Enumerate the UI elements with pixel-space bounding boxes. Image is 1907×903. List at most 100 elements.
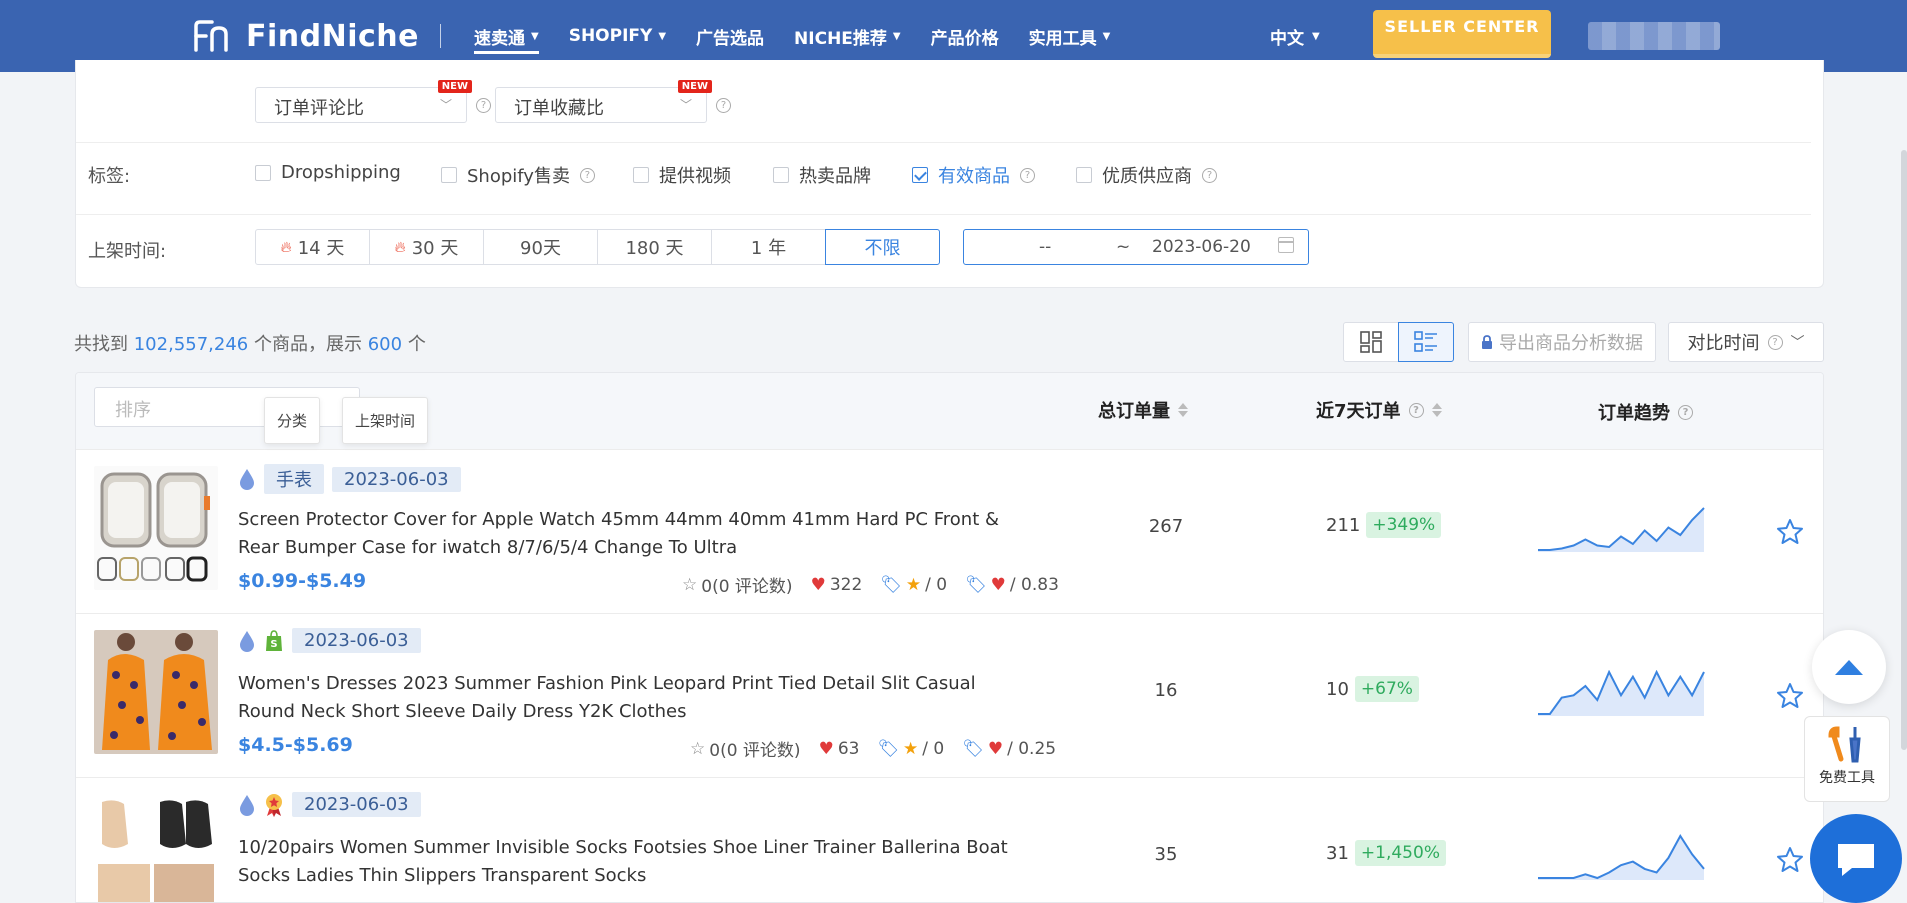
table-row[interactable]: 手表 2023-06-03 Screen Protector Cover for… (76, 449, 1823, 613)
product-thumbnail[interactable] (94, 794, 218, 902)
heart-icon: ♥ (990, 574, 1006, 595)
product-meta: S 2023-06-03 (238, 628, 421, 653)
caret-down-icon: ▼ (892, 30, 901, 42)
recent-orders: 10 +67% (1326, 676, 1419, 702)
caret-down-icon: ▼ (1312, 31, 1320, 42)
product-title[interactable]: 10/20pairs Women Summer Invisible Socks … (238, 834, 1028, 890)
tag-quality-supplier[interactable]: 优质供应商? (1076, 162, 1217, 188)
table-row[interactable]: 2023-06-03 10/20pairs Women Summer Invis… (76, 777, 1823, 902)
checkbox[interactable] (255, 164, 271, 181)
free-tools-label: 免费工具 (1819, 770, 1875, 786)
product-price: $4.5-$5.69 (238, 734, 353, 756)
time-30-days[interactable]: 🔥︎ 30 天 (369, 229, 484, 265)
help-icon[interactable]: ? (1408, 402, 1424, 418)
seller-center-button[interactable]: SELLER CENTER (1373, 10, 1551, 58)
back-to-top-button[interactable] (1812, 630, 1886, 704)
checkbox-checked[interactable] (912, 167, 928, 183)
likes-stat: ♥ 322 (810, 574, 863, 595)
checkbox[interactable] (773, 167, 789, 183)
order-trend-sparkline (1538, 507, 1705, 552)
findniche-logo[interactable]: FindNiche (192, 14, 419, 58)
star-icon: ★ (903, 738, 919, 759)
product-stats: ☆ 0(0 评论数) ♥ 63 🏷︎ ★/ 0 🏷︎ ♥/ 0.25 (690, 736, 1056, 762)
shopify-bag-icon: S (266, 629, 282, 651)
category-chip[interactable]: 手表 (264, 464, 324, 494)
checkbox[interactable] (441, 167, 457, 183)
fire-icon: 🔥︎ (280, 238, 292, 256)
star-outline-icon: ☆ (690, 738, 706, 759)
order-favorite-ratio-select[interactable]: 订单收藏比 ﹀ NEW (495, 80, 712, 123)
product-thumbnail[interactable] (94, 466, 218, 590)
recent-orders: 31 +1,450% (1326, 840, 1446, 866)
product-stats: ☆ 0(0 评论数) ♥ 322 🏷︎ ★/ 0 🏷︎ ♥/ 0.83 (682, 572, 1059, 598)
caret-down-icon: ▼ (1102, 30, 1111, 42)
category-tooltip: 分类 (264, 397, 321, 444)
product-title[interactable]: Screen Protector Cover for Apple Watch 4… (238, 506, 1028, 562)
favorite-star-icon[interactable] (1776, 846, 1804, 874)
chat-bubble-icon (1838, 843, 1874, 876)
tag-star-stat: 🏷︎ ★/ 0 (877, 738, 945, 759)
caret-down-icon: ▼ (531, 30, 539, 42)
col-order-trend: 订单趋势? (1598, 399, 1693, 425)
tools-icon (1828, 726, 1861, 763)
fire-icon: 🔥︎ (394, 238, 406, 256)
likes-stat: ♥ 63 (818, 738, 860, 759)
tag-icon: 🏷︎ (965, 574, 987, 595)
help-icon[interactable]: ? (1678, 404, 1693, 420)
col-recent-orders[interactable]: 近7天订单? (1316, 397, 1442, 423)
col-total-orders[interactable]: 总订单量 (1098, 397, 1188, 423)
listing-time-options: 🔥︎ 14 天 🔥︎ 30 天 90天 180 天 1 年 不限 (255, 229, 940, 265)
date-from: -- (1039, 237, 1052, 257)
free-tools-widget[interactable]: 免费工具 (1804, 716, 1890, 802)
chat-support-button[interactable] (1810, 814, 1902, 903)
favorite-star-icon[interactable] (1776, 518, 1804, 546)
tag-valid-product[interactable]: 有效商品? (912, 162, 1035, 188)
tag-icon: 🏷︎ (962, 738, 984, 759)
grid-view-button[interactable] (1343, 322, 1399, 362)
product-thumbnail[interactable] (94, 630, 218, 754)
chevron-down-icon: ﹀ (1790, 335, 1805, 351)
new-badge: NEW (677, 80, 712, 93)
tag-star-stat: 🏷︎ ★/ 0 (880, 574, 948, 595)
tag-heart-stat: 🏷︎ ♥/ 0.83 (965, 574, 1059, 595)
tag-video[interactable]: 提供视频 (633, 162, 731, 188)
help-icon[interactable]: ? (579, 167, 595, 183)
time-90-days[interactable]: 90天 (483, 229, 598, 265)
product-title[interactable]: Women's Dresses 2023 Summer Fashion Pink… (238, 670, 1028, 726)
user-account-blurred[interactable] (1588, 22, 1720, 50)
time-180-days[interactable]: 180 天 (597, 229, 712, 265)
list-view-button[interactable] (1398, 322, 1454, 362)
export-analysis-button[interactable]: 导出商品分析数据 (1468, 322, 1656, 362)
favorite-star-icon[interactable] (1776, 682, 1804, 710)
sort-icon (1178, 403, 1188, 417)
growth-badge: +1,450% (1354, 840, 1446, 866)
help-icon[interactable]: ? (1020, 167, 1035, 183)
language-selector[interactable]: 中文 ▼ (1270, 24, 1320, 49)
time-unlimited[interactable]: 不限 (825, 229, 940, 265)
sort-select[interactable]: 排序 (94, 387, 360, 427)
time-1-year[interactable]: 1 年 (711, 229, 826, 265)
compare-time-select[interactable]: 对比时间 ? ﹀ (1668, 322, 1824, 362)
help-icon[interactable]: ? (476, 98, 491, 113)
product-table: 排序 总订单量 近7天订单? 订单趋势? 手表 2023-06-03 Scree… (75, 372, 1824, 903)
page-scrollbar[interactable] (1901, 150, 1907, 750)
product-price: $0.99-$5.49 (238, 570, 367, 592)
checkbox[interactable] (633, 167, 649, 183)
help-icon[interactable]: ? (716, 98, 731, 113)
tag-shopify-selling[interactable]: Shopify售卖? (441, 162, 595, 188)
tag-hot-brand[interactable]: 热卖品牌 (773, 162, 871, 188)
order-trend-sparkline (1538, 834, 1705, 880)
row-divider (76, 142, 1811, 143)
heart-icon: ♥ (987, 738, 1004, 759)
quality-badge-icon (266, 793, 282, 817)
help-icon[interactable]: ? (1767, 334, 1783, 350)
date-to: 2023-06-20 (1152, 237, 1251, 257)
table-row[interactable]: S 2023-06-03 Women's Dresses 2023 Summer… (76, 613, 1823, 777)
time-14-days[interactable]: 🔥︎ 14 天 (255, 229, 370, 265)
tag-dropshipping[interactable]: Dropshipping (255, 162, 401, 183)
help-icon[interactable]: ? (1202, 167, 1217, 183)
checkbox[interactable] (1076, 167, 1092, 183)
findniche-logo-icon (194, 20, 228, 52)
order-review-ratio-select[interactable]: 订单评论比 ﹀ NEW (255, 80, 472, 123)
date-range-picker[interactable]: -- ~ 2023-06-20 (963, 229, 1309, 265)
